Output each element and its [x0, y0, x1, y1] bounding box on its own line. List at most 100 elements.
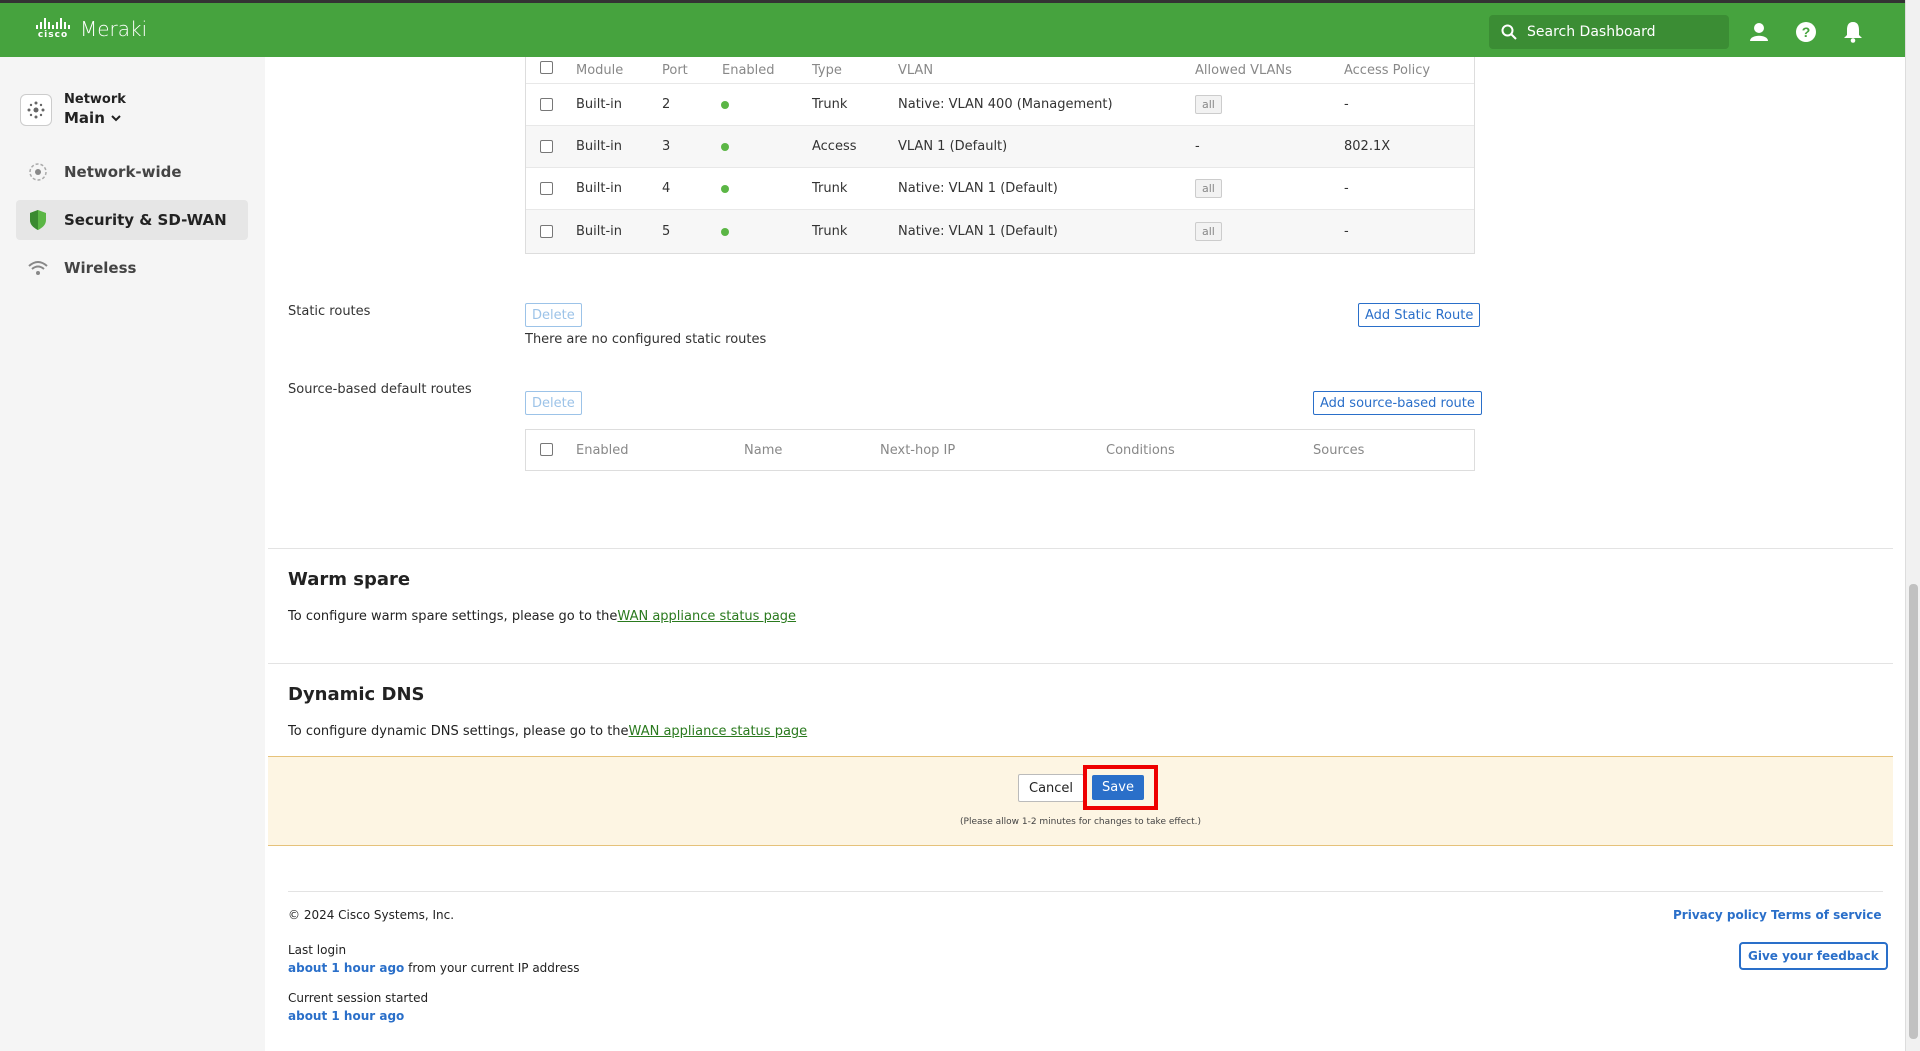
- sidebar-item-wireless[interactable]: Wireless: [16, 248, 248, 288]
- enabled-dot: [721, 142, 729, 151]
- row-checkbox[interactable]: [540, 140, 553, 153]
- save-bar: Cancel Save (Please allow 1-2 minutes fo…: [268, 756, 1893, 846]
- sidebar-item-label: Network-wide: [64, 163, 182, 181]
- row-vlan: Native: VLAN 400 (Management): [898, 97, 1113, 112]
- meraki-wordmark: Meraki: [80, 17, 148, 41]
- dynamic-dns-description: To configure dynamic DNS settings, pleas…: [288, 724, 629, 739]
- col-name: Name: [744, 443, 783, 458]
- wifi-icon: [26, 259, 50, 277]
- row-port: 3: [662, 139, 671, 154]
- row-type: Trunk: [812, 97, 848, 112]
- last-login-suffix: from your current IP address: [404, 961, 580, 975]
- enabled-dot: [721, 100, 729, 109]
- warm-spare-title: Warm spare: [288, 569, 411, 590]
- dynamic-dns-link[interactable]: WAN appliance status page: [629, 724, 808, 739]
- select-all-checkbox[interactable]: [540, 61, 553, 74]
- row-checkbox[interactable]: [540, 98, 553, 111]
- scrollbar-thumb[interactable]: [1909, 584, 1918, 1039]
- save-highlight: Save: [1083, 765, 1158, 810]
- row-access-policy: -: [1344, 224, 1349, 239]
- col-next-hop-ip: Next-hop IP: [880, 443, 956, 458]
- sidebar-item-network-wide[interactable]: Network-wide: [16, 152, 248, 192]
- chevron-down-icon: [111, 114, 121, 121]
- row-module: Built-in: [576, 181, 623, 196]
- table-row[interactable]: Built-in 2 Trunk Native: VLAN 400 (Manag…: [526, 83, 1474, 125]
- col-sources: Sources: [1313, 443, 1365, 458]
- allowed-vlans-badge: all: [1195, 222, 1222, 241]
- select-all-checkbox[interactable]: [540, 443, 553, 456]
- network-icon: [20, 93, 52, 126]
- row-type: Trunk: [812, 224, 848, 239]
- row-port: 5: [662, 224, 671, 239]
- col-enabled: Enabled: [722, 62, 775, 78]
- source-routes-table: Enabled Name Next-hop IP Conditions Sour…: [525, 429, 1475, 471]
- shield-icon: [26, 209, 50, 231]
- add-source-route-button[interactable]: Add source-based route: [1313, 391, 1482, 415]
- session-label: Current session started: [288, 991, 429, 1005]
- row-allowed-vlans: -: [1195, 139, 1200, 154]
- network-selector[interactable]: Network Main: [20, 92, 126, 127]
- row-checkbox[interactable]: [540, 225, 553, 238]
- row-type: Access: [812, 139, 857, 154]
- enabled-dot: [721, 184, 729, 193]
- bell-icon[interactable]: [1841, 20, 1865, 44]
- terms-of-service-link[interactable]: Terms of service: [1771, 908, 1882, 922]
- warm-spare-text: To configure warm spare settings, please…: [288, 609, 796, 624]
- sidebar-item-label: Security & SD-WAN: [64, 211, 227, 229]
- footer-divider: [288, 891, 1883, 892]
- col-access-policy: Access Policy: [1344, 62, 1431, 78]
- session-time-link[interactable]: about 1 hour ago: [288, 1009, 404, 1023]
- section-divider: [268, 663, 1893, 664]
- add-static-route-button[interactable]: Add Static Route: [1358, 303, 1481, 327]
- sidebar-item-label: Wireless: [64, 259, 137, 277]
- row-access-policy: 802.1X: [1344, 139, 1391, 154]
- last-login-label: Last login: [288, 943, 347, 957]
- meraki-logo[interactable]: cisco Meraki: [36, 17, 147, 41]
- section-divider: [268, 548, 1893, 549]
- page-scrollbar[interactable]: [1905, 0, 1920, 1051]
- row-vlan: Native: VLAN 1 (Default): [898, 181, 1058, 196]
- search-dashboard-input[interactable]: Search Dashboard: [1489, 15, 1729, 49]
- table-row[interactable]: Built-in 5 Trunk Native: VLAN 1 (Default…: [526, 209, 1474, 253]
- source-routes-label: Source-based default routes: [288, 382, 472, 397]
- row-module: Built-in: [576, 139, 623, 154]
- network-wide-icon: [26, 161, 50, 183]
- ports-table-header: Module Port Enabled Type VLAN Allowed VL…: [526, 57, 1474, 83]
- last-login-time-link[interactable]: about 1 hour ago: [288, 961, 404, 975]
- warm-spare-description: To configure warm spare settings, please…: [288, 609, 618, 624]
- col-enabled: Enabled: [576, 443, 629, 458]
- network-label: Network: [64, 92, 126, 107]
- user-icon[interactable]: [1747, 20, 1771, 44]
- search-icon: [1501, 24, 1517, 40]
- sidebar-item-security-sd-wan[interactable]: Security & SD-WAN: [16, 200, 248, 240]
- source-routes-delete-button[interactable]: Delete: [525, 391, 582, 415]
- cancel-button[interactable]: Cancel: [1018, 774, 1085, 802]
- table-row[interactable]: Built-in 3 Access VLAN 1 (Default) - 802…: [526, 125, 1474, 167]
- cisco-logo: cisco: [36, 18, 70, 40]
- dynamic-dns-title: Dynamic DNS: [288, 684, 425, 705]
- copyright: © 2024 Cisco Systems, Inc.: [288, 908, 455, 922]
- row-checkbox[interactable]: [540, 182, 553, 195]
- static-routes-delete-button[interactable]: Delete: [525, 303, 582, 327]
- svg-text:?: ?: [1802, 24, 1811, 40]
- last-login-info: about 1 hour ago from your current IP ad…: [288, 961, 579, 975]
- allowed-vlans-badge: all: [1195, 95, 1222, 114]
- enabled-dot: [721, 227, 729, 236]
- privacy-policy-link[interactable]: Privacy policy: [1673, 908, 1767, 922]
- save-note: (Please allow 1-2 minutes for changes to…: [960, 817, 1201, 827]
- warm-spare-link[interactable]: WAN appliance status page: [617, 609, 796, 624]
- cisco-wordmark: cisco: [37, 30, 69, 40]
- row-module: Built-in: [576, 224, 623, 239]
- static-routes-label: Static routes: [288, 304, 371, 319]
- row-module: Built-in: [576, 97, 623, 112]
- col-module: Module: [576, 62, 624, 78]
- give-feedback-button[interactable]: Give your feedback: [1739, 942, 1888, 970]
- main-content: Module Port Enabled Type VLAN Allowed VL…: [265, 57, 1905, 1051]
- help-icon[interactable]: ?: [1794, 20, 1818, 44]
- search-placeholder: Search Dashboard: [1527, 24, 1656, 40]
- save-button[interactable]: Save: [1092, 775, 1144, 800]
- col-type: Type: [812, 62, 842, 78]
- col-vlan: VLAN: [898, 62, 934, 78]
- table-row[interactable]: Built-in 4 Trunk Native: VLAN 1 (Default…: [526, 167, 1474, 209]
- no-static-routes-text: There are no configured static routes: [525, 332, 767, 347]
